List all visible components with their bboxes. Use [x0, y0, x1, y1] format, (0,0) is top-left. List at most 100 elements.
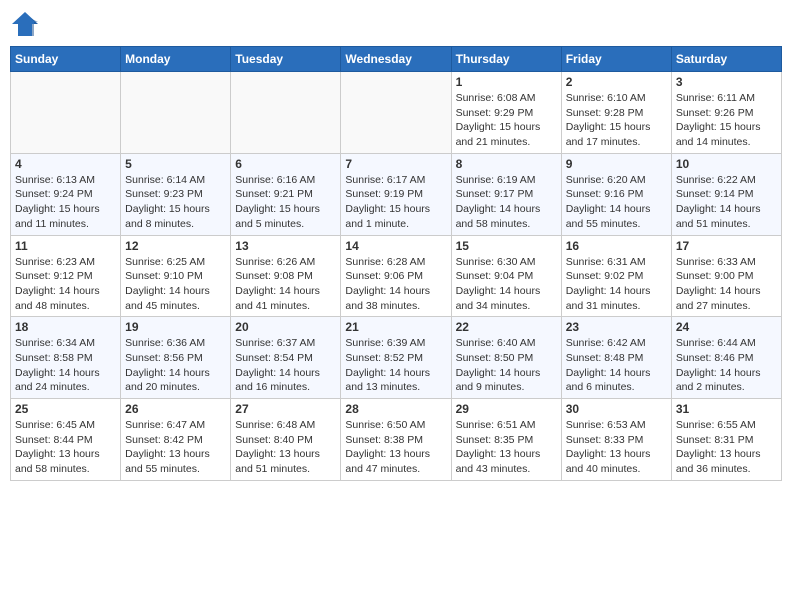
calendar-cell: 23 Sunrise: 6:42 AMSunset: 8:48 PMDayligh… — [561, 317, 671, 399]
day-info: Sunrise: 6:50 AMSunset: 8:38 PMDaylight:… — [345, 418, 446, 477]
day-number: 7 — [345, 157, 446, 171]
calendar-cell: 11 Sunrise: 6:23 AMSunset: 9:12 PMDayligh… — [11, 235, 121, 317]
calendar-cell: 2 Sunrise: 6:10 AMSunset: 9:28 PMDaylight… — [561, 72, 671, 154]
day-info: Sunrise: 6:08 AMSunset: 9:29 PMDaylight:… — [456, 91, 557, 150]
day-number: 3 — [676, 75, 777, 89]
day-info: Sunrise: 6:45 AMSunset: 8:44 PMDaylight:… — [15, 418, 116, 477]
calendar-cell: 30 Sunrise: 6:53 AMSunset: 8:33 PMDayligh… — [561, 399, 671, 481]
day-info: Sunrise: 6:23 AMSunset: 9:12 PMDaylight:… — [15, 255, 116, 314]
day-info: Sunrise: 6:44 AMSunset: 8:46 PMDaylight:… — [676, 336, 777, 395]
weekday-header-saturday: Saturday — [671, 47, 781, 72]
day-number: 2 — [566, 75, 667, 89]
weekday-header-row: SundayMondayTuesdayWednesdayThursdayFrid… — [11, 47, 782, 72]
day-info: Sunrise: 6:34 AMSunset: 8:58 PMDaylight:… — [15, 336, 116, 395]
calendar-cell: 5 Sunrise: 6:14 AMSunset: 9:23 PMDaylight… — [121, 153, 231, 235]
day-info: Sunrise: 6:17 AMSunset: 9:19 PMDaylight:… — [345, 173, 446, 232]
day-info: Sunrise: 6:14 AMSunset: 9:23 PMDaylight:… — [125, 173, 226, 232]
day-info: Sunrise: 6:33 AMSunset: 9:00 PMDaylight:… — [676, 255, 777, 314]
day-number: 23 — [566, 320, 667, 334]
day-number: 5 — [125, 157, 226, 171]
calendar-cell: 24 Sunrise: 6:44 AMSunset: 8:46 PMDayligh… — [671, 317, 781, 399]
day-info: Sunrise: 6:22 AMSunset: 9:14 PMDaylight:… — [676, 173, 777, 232]
calendar-cell: 22 Sunrise: 6:40 AMSunset: 8:50 PMDayligh… — [451, 317, 561, 399]
day-info: Sunrise: 6:26 AMSunset: 9:08 PMDaylight:… — [235, 255, 336, 314]
day-info: Sunrise: 6:13 AMSunset: 9:24 PMDaylight:… — [15, 173, 116, 232]
day-number: 24 — [676, 320, 777, 334]
calendar-cell: 16 Sunrise: 6:31 AMSunset: 9:02 PMDayligh… — [561, 235, 671, 317]
calendar-cell: 8 Sunrise: 6:19 AMSunset: 9:17 PMDaylight… — [451, 153, 561, 235]
day-info: Sunrise: 6:42 AMSunset: 8:48 PMDaylight:… — [566, 336, 667, 395]
day-info: Sunrise: 6:39 AMSunset: 8:52 PMDaylight:… — [345, 336, 446, 395]
day-number: 31 — [676, 402, 777, 416]
day-number: 11 — [15, 239, 116, 253]
day-number: 15 — [456, 239, 557, 253]
day-info: Sunrise: 6:28 AMSunset: 9:06 PMDaylight:… — [345, 255, 446, 314]
calendar-cell: 1 Sunrise: 6:08 AMSunset: 9:29 PMDaylight… — [451, 72, 561, 154]
week-row-3: 11 Sunrise: 6:23 AMSunset: 9:12 PMDayligh… — [11, 235, 782, 317]
calendar-cell: 25 Sunrise: 6:45 AMSunset: 8:44 PMDayligh… — [11, 399, 121, 481]
calendar-table: SundayMondayTuesdayWednesdayThursdayFrid… — [10, 46, 782, 481]
calendar-cell: 21 Sunrise: 6:39 AMSunset: 8:52 PMDayligh… — [341, 317, 451, 399]
calendar-cell: 29 Sunrise: 6:51 AMSunset: 8:35 PMDayligh… — [451, 399, 561, 481]
day-info: Sunrise: 6:10 AMSunset: 9:28 PMDaylight:… — [566, 91, 667, 150]
day-number: 9 — [566, 157, 667, 171]
day-number: 4 — [15, 157, 116, 171]
day-number: 19 — [125, 320, 226, 334]
calendar-cell: 3 Sunrise: 6:11 AMSunset: 9:26 PMDaylight… — [671, 72, 781, 154]
day-info: Sunrise: 6:51 AMSunset: 8:35 PMDaylight:… — [456, 418, 557, 477]
day-info: Sunrise: 6:11 AMSunset: 9:26 PMDaylight:… — [676, 91, 777, 150]
day-number: 22 — [456, 320, 557, 334]
week-row-2: 4 Sunrise: 6:13 AMSunset: 9:24 PMDaylight… — [11, 153, 782, 235]
calendar-cell: 27 Sunrise: 6:48 AMSunset: 8:40 PMDayligh… — [231, 399, 341, 481]
day-number: 6 — [235, 157, 336, 171]
day-number: 12 — [125, 239, 226, 253]
page-header — [10, 10, 782, 38]
calendar-cell: 9 Sunrise: 6:20 AMSunset: 9:16 PMDaylight… — [561, 153, 671, 235]
calendar-cell: 7 Sunrise: 6:17 AMSunset: 9:19 PMDaylight… — [341, 153, 451, 235]
calendar-cell — [231, 72, 341, 154]
week-row-1: 1 Sunrise: 6:08 AMSunset: 9:29 PMDaylight… — [11, 72, 782, 154]
day-number: 1 — [456, 75, 557, 89]
day-info: Sunrise: 6:48 AMSunset: 8:40 PMDaylight:… — [235, 418, 336, 477]
calendar-cell: 14 Sunrise: 6:28 AMSunset: 9:06 PMDayligh… — [341, 235, 451, 317]
calendar-cell — [121, 72, 231, 154]
calendar-cell: 17Sunrise: 6:33 AMSunset: 9:00 PMDayligh… — [671, 235, 781, 317]
weekday-header-wednesday: Wednesday — [341, 47, 451, 72]
day-info: Sunrise: 6:36 AMSunset: 8:56 PMDaylight:… — [125, 336, 226, 395]
day-number: 29 — [456, 402, 557, 416]
calendar-cell: 15 Sunrise: 6:30 AMSunset: 9:04 PMDayligh… — [451, 235, 561, 317]
day-number: 16 — [566, 239, 667, 253]
day-info: Sunrise: 6:30 AMSunset: 9:04 PMDaylight:… — [456, 255, 557, 314]
day-info: Sunrise: 6:40 AMSunset: 8:50 PMDaylight:… — [456, 336, 557, 395]
day-number: 8 — [456, 157, 557, 171]
day-number: 30 — [566, 402, 667, 416]
calendar-cell: 26Sunrise: 6:47 AMSunset: 8:42 PMDayligh… — [121, 399, 231, 481]
day-info: Sunrise: 6:25 AMSunset: 9:10 PMDaylight:… — [125, 255, 226, 314]
day-number: 14 — [345, 239, 446, 253]
calendar-cell: 6Sunrise: 6:16 AMSunset: 9:21 PMDaylight… — [231, 153, 341, 235]
week-row-4: 18 Sunrise: 6:34 AMSunset: 8:58 PMDayligh… — [11, 317, 782, 399]
calendar-cell — [11, 72, 121, 154]
day-info: Sunrise: 6:31 AMSunset: 9:02 PMDaylight:… — [566, 255, 667, 314]
day-info: Sunrise: 6:53 AMSunset: 8:33 PMDaylight:… — [566, 418, 667, 477]
day-info: Sunrise: 6:37 AMSunset: 8:54 PMDaylight:… — [235, 336, 336, 395]
day-info: Sunrise: 6:20 AMSunset: 9:16 PMDaylight:… — [566, 173, 667, 232]
day-number: 13 — [235, 239, 336, 253]
calendar-cell: 20Sunrise: 6:37 AMSunset: 8:54 PMDayligh… — [231, 317, 341, 399]
day-number: 28 — [345, 402, 446, 416]
weekday-header-friday: Friday — [561, 47, 671, 72]
day-number: 25 — [15, 402, 116, 416]
day-number: 10 — [676, 157, 777, 171]
day-number: 18 — [15, 320, 116, 334]
logo-icon — [10, 10, 40, 38]
calendar-cell: 4 Sunrise: 6:13 AMSunset: 9:24 PMDaylight… — [11, 153, 121, 235]
calendar-cell — [341, 72, 451, 154]
day-info: Sunrise: 6:55 AMSunset: 8:31 PMDaylight:… — [676, 418, 777, 477]
calendar-cell: 19 Sunrise: 6:36 AMSunset: 8:56 PMDayligh… — [121, 317, 231, 399]
day-info: Sunrise: 6:19 AMSunset: 9:17 PMDaylight:… — [456, 173, 557, 232]
logo — [10, 10, 44, 38]
calendar-cell: 12 Sunrise: 6:25 AMSunset: 9:10 PMDayligh… — [121, 235, 231, 317]
day-number: 21 — [345, 320, 446, 334]
day-number: 27 — [235, 402, 336, 416]
calendar-cell: 10 Sunrise: 6:22 AMSunset: 9:14 PMDayligh… — [671, 153, 781, 235]
